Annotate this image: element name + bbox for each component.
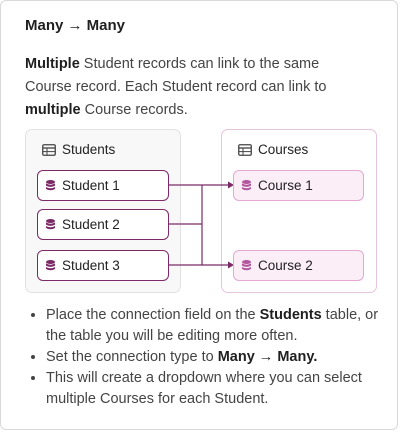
course-record-label: Course 2 bbox=[258, 258, 313, 273]
instruction-item-3: This will create a dropdown where you ca… bbox=[46, 368, 396, 410]
card-title: Many → Many bbox=[25, 17, 126, 34]
student-record-1: Student 1 bbox=[37, 170, 169, 201]
explanation-card: Many → Many Multiple Student records can… bbox=[0, 0, 398, 430]
instruction-item-1: Place the connection field on the Studen… bbox=[46, 305, 396, 347]
courses-panel-header: Courses bbox=[238, 142, 308, 157]
students-panel-title: Students bbox=[62, 142, 116, 157]
description-bold-1: Multiple bbox=[25, 56, 80, 72]
description-text-2: Course records. bbox=[80, 102, 188, 118]
student-record-label: Student 2 bbox=[62, 217, 120, 232]
instructions-list: Place the connection field on the Studen… bbox=[29, 305, 396, 410]
description-bold-2: multiple bbox=[25, 102, 81, 118]
database-icon bbox=[242, 180, 251, 191]
table-icon bbox=[42, 143, 56, 156]
course-record-2: Course 2 bbox=[233, 250, 364, 281]
instruction-text: Place the connection field on the bbox=[46, 307, 260, 323]
course-record-1: Course 1 bbox=[233, 170, 364, 201]
database-icon bbox=[46, 219, 55, 230]
student-record-label: Student 3 bbox=[62, 258, 120, 273]
student-record-label: Student 1 bbox=[62, 178, 120, 193]
course-record-label: Course 1 bbox=[258, 178, 313, 193]
table-icon bbox=[238, 143, 252, 156]
instruction-item-2: Set the connection type to Many → Many. bbox=[46, 347, 396, 368]
instruction-bold: Many → Many. bbox=[217, 349, 318, 365]
instruction-bold: Students bbox=[259, 307, 322, 323]
description: Multiple Student records can link to the… bbox=[25, 53, 365, 122]
courses-panel-title: Courses bbox=[258, 142, 309, 157]
database-icon bbox=[46, 180, 55, 191]
students-panel-header: Students bbox=[42, 142, 115, 157]
database-icon bbox=[242, 260, 251, 271]
instruction-text: Set the connection type to bbox=[46, 349, 218, 365]
instruction-text: This will create a dropdown where you ca… bbox=[46, 370, 362, 407]
student-record-2: Student 2 bbox=[37, 209, 169, 240]
database-icon bbox=[46, 260, 55, 271]
student-record-3: Student 3 bbox=[37, 250, 169, 281]
